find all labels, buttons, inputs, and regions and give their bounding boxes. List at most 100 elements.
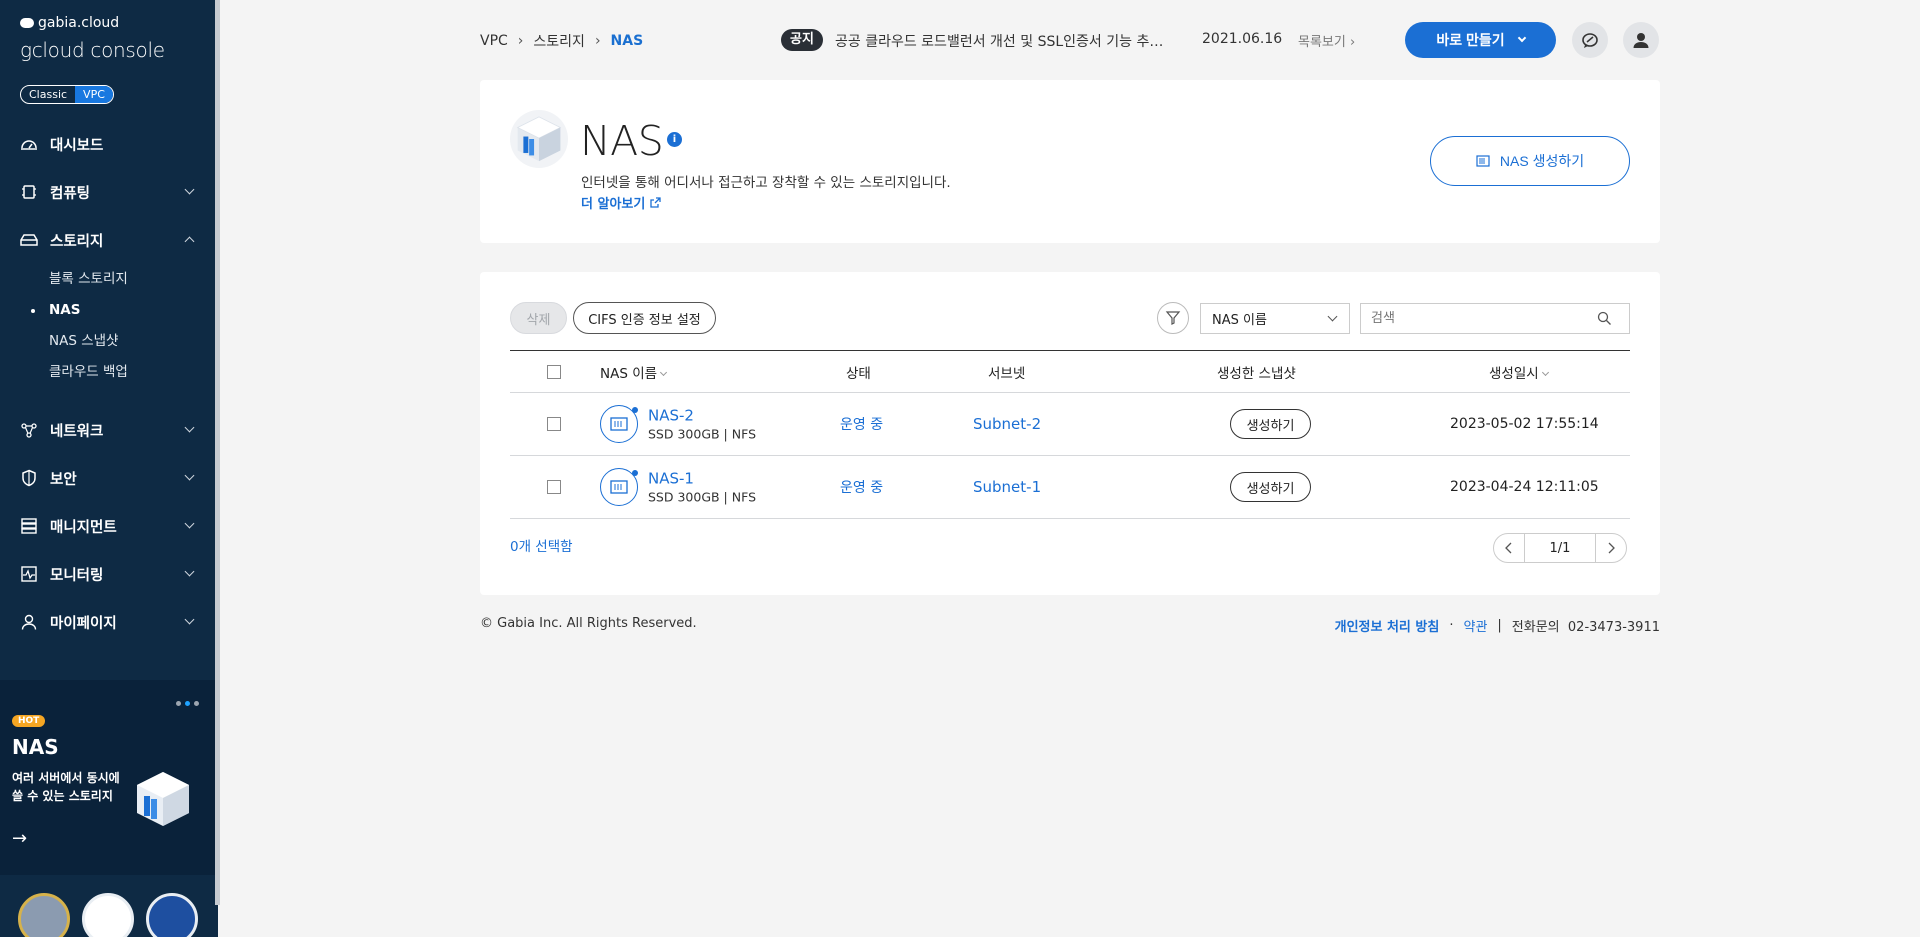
filter-icon bbox=[1165, 311, 1181, 325]
nas-server-icon bbox=[600, 468, 638, 506]
carousel-dots[interactable] bbox=[176, 701, 199, 706]
column-created[interactable]: 생성일시 bbox=[1489, 362, 1549, 382]
sub-item-cloud-backup[interactable]: 클라우드 백업 bbox=[0, 357, 215, 388]
next-page-button[interactable] bbox=[1595, 533, 1627, 563]
nav-label: 마이페이지 bbox=[50, 615, 117, 632]
nas-table: NAS 이름 상태 서브넷 생성한 스냅샷 생성일시 NAS-2 SSD 300… bbox=[510, 350, 1630, 519]
nas-name-link[interactable]: NAS-1 bbox=[648, 470, 756, 488]
chevron-down-icon bbox=[184, 518, 195, 529]
sub-item-block-storage[interactable]: 블록 스토리지 bbox=[0, 264, 215, 295]
nav-item-network[interactable]: 네트워크 bbox=[0, 406, 215, 454]
sub-item-nas-snapshot[interactable]: NAS 스냅샷 bbox=[0, 326, 215, 357]
profile-button[interactable] bbox=[1623, 22, 1659, 58]
promo-banner[interactable]: HOT NAS 여러 서버에서 동시에 쓸 수 있는 스토리지 → bbox=[0, 680, 215, 875]
nav-item-management[interactable]: 매니지먼트 bbox=[0, 502, 215, 550]
filter-button[interactable] bbox=[1157, 302, 1189, 334]
certification-badge-icon bbox=[18, 893, 70, 937]
nav-item-computing[interactable]: 컴퓨팅 bbox=[0, 168, 215, 216]
toggle-vpc[interactable]: VPC bbox=[75, 86, 113, 103]
storage-submenu: 블록 스토리지 NAS NAS 스냅샷 클라우드 백업 bbox=[0, 264, 215, 406]
sort-icon bbox=[1541, 368, 1549, 376]
breadcrumb-vpc[interactable]: VPC bbox=[480, 33, 508, 49]
notice-text[interactable]: 공공 클라우드 로드밸런서 개선 및 SSL인증서 기능 추가 안내 bbox=[835, 31, 1175, 51]
carousel-dot[interactable] bbox=[194, 701, 199, 706]
page-description: 인터넷을 통해 어디서나 접근하고 장착할 수 있는 스토리지입니다. bbox=[581, 175, 951, 191]
status-text: 운영 중 bbox=[840, 417, 884, 433]
subnet-link[interactable]: Subnet-1 bbox=[973, 478, 1041, 496]
carousel-dot-active[interactable] bbox=[185, 701, 190, 706]
main-nav: 대시보드 컴퓨팅 스토리지 블록 스토리지 NAS NAS 스냅샷 클라우드 백… bbox=[0, 120, 215, 646]
create-nas-button[interactable]: NAS 생성하기 bbox=[1430, 136, 1630, 186]
chevron-right-icon bbox=[1608, 542, 1615, 554]
status-text: 운영 중 bbox=[840, 480, 884, 496]
nav-item-dashboard[interactable]: 대시보드 bbox=[0, 120, 215, 168]
nav-item-monitoring[interactable]: 모니터링 bbox=[0, 550, 215, 598]
copyright: © Gabia Inc. All Rights Reserved. bbox=[480, 616, 697, 631]
info-icon[interactable]: i bbox=[667, 132, 682, 147]
learn-more-link[interactable]: 더 알아보기 bbox=[581, 193, 661, 212]
nav-item-storage[interactable]: 스토리지 bbox=[0, 216, 215, 264]
shield-icon bbox=[20, 469, 38, 487]
chevron-down-icon bbox=[184, 184, 195, 195]
create-snapshot-button[interactable]: 생성하기 bbox=[1230, 409, 1311, 439]
nav-label: 모니터링 bbox=[50, 567, 104, 584]
search-icon[interactable] bbox=[1597, 311, 1612, 326]
search-input[interactable] bbox=[1360, 303, 1630, 334]
delete-button[interactable]: 삭제 bbox=[510, 302, 567, 334]
brand-top-text: gabia.cloud bbox=[38, 15, 120, 31]
arrow-right-icon[interactable]: → bbox=[12, 828, 27, 849]
table-header: NAS 이름 상태 서브넷 생성한 스냅샷 생성일시 bbox=[510, 350, 1630, 393]
row-checkbox[interactable] bbox=[547, 417, 561, 431]
brand-logo[interactable]: gabia.cloud bbox=[20, 15, 119, 31]
carousel-dot[interactable] bbox=[176, 701, 181, 706]
chevron-right-icon: › bbox=[1349, 35, 1356, 50]
sidebar: gabia.cloud gcloud console Classic VPC 대… bbox=[0, 0, 218, 937]
cloud-logo-icon bbox=[20, 18, 34, 28]
nas-server-icon bbox=[600, 405, 638, 443]
quick-create-label: 바로 만들기 bbox=[1436, 32, 1505, 48]
classic-vpc-toggle[interactable]: Classic VPC bbox=[20, 85, 114, 104]
nav-item-security[interactable]: 보안 bbox=[0, 454, 215, 502]
chat-button[interactable] bbox=[1572, 22, 1608, 58]
column-created-label: 생성일시 bbox=[1489, 365, 1539, 382]
network-icon bbox=[20, 421, 38, 439]
column-nas-name[interactable]: NAS 이름 bbox=[600, 362, 668, 382]
page-indicator: 1/1 bbox=[1525, 533, 1595, 563]
nav-label: 보안 bbox=[50, 471, 77, 488]
notice-list-link[interactable]: 목록보기 › bbox=[1298, 31, 1355, 50]
monitoring-icon bbox=[20, 565, 38, 583]
prev-page-button[interactable] bbox=[1493, 533, 1525, 563]
chevron-down-icon bbox=[1517, 33, 1526, 43]
chevron-right-icon: › bbox=[594, 33, 601, 49]
footer-dot: · bbox=[1449, 618, 1454, 633]
nav-item-mypage[interactable]: 마이페이지 bbox=[0, 598, 215, 646]
brand-console-title[interactable]: gcloud console bbox=[20, 38, 165, 62]
promo-title: NAS bbox=[12, 735, 59, 759]
nas-cube-illustration bbox=[135, 770, 191, 832]
terms-link[interactable]: 약관 bbox=[1463, 616, 1487, 635]
footer-links: 개인정보 처리 방침 · 약관 | 전화문의 02-3473-3911 bbox=[1335, 616, 1660, 635]
search-field-select[interactable]: NAS 이름 bbox=[1200, 303, 1350, 334]
nav-label: 대시보드 bbox=[50, 137, 104, 154]
nav-label: 매니지먼트 bbox=[50, 519, 117, 536]
toggle-classic[interactable]: Classic bbox=[21, 86, 75, 103]
chevron-right-icon: › bbox=[517, 33, 524, 49]
breadcrumb-storage[interactable]: 스토리지 bbox=[533, 31, 585, 51]
row-checkbox[interactable] bbox=[547, 480, 561, 494]
user-icon bbox=[20, 613, 38, 631]
storage-icon bbox=[20, 231, 38, 249]
external-link-icon bbox=[650, 197, 661, 208]
nas-list-card: 삭제 CIFS 인증 정보 설정 NAS 이름 NAS 이름 상태 서브넷 생성… bbox=[480, 272, 1660, 595]
subnet-link[interactable]: Subnet-2 bbox=[973, 415, 1041, 433]
search-field-value: NAS 이름 bbox=[1212, 313, 1267, 328]
table-row: NAS-1 SSD 300GB | NFS 운영 중 Subnet-1 생성하기… bbox=[510, 456, 1630, 519]
nas-name-link[interactable]: NAS-2 bbox=[648, 407, 756, 425]
sidebar-scrollbar[interactable] bbox=[215, 0, 220, 905]
select-all-checkbox[interactable] bbox=[547, 364, 561, 379]
sub-item-nas[interactable]: NAS bbox=[0, 295, 215, 326]
quick-create-button[interactable]: 바로 만들기 bbox=[1405, 22, 1556, 58]
cifs-settings-button[interactable]: CIFS 인증 정보 설정 bbox=[573, 302, 716, 334]
breadcrumb: VPC › 스토리지 › NAS bbox=[480, 31, 643, 51]
create-snapshot-button[interactable]: 생성하기 bbox=[1230, 472, 1311, 502]
privacy-policy-link[interactable]: 개인정보 처리 방침 bbox=[1335, 616, 1440, 635]
